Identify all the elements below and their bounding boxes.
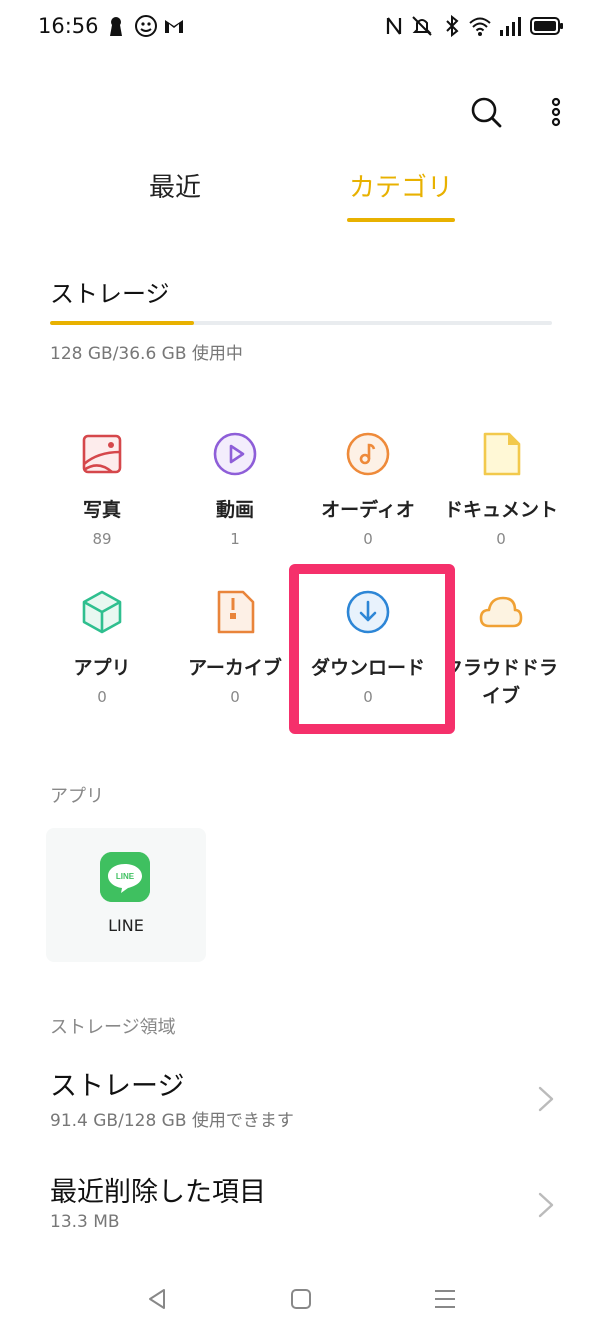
category-count: 0: [97, 688, 107, 706]
face-icon: [134, 14, 158, 38]
photo-icon: [78, 430, 126, 478]
signal-icon: [498, 14, 522, 38]
status-time: 16:56: [38, 14, 99, 38]
status-bar: 16:56: [0, 0, 602, 56]
category-documents[interactable]: ドキュメント 0: [433, 430, 567, 580]
video-icon: [211, 430, 259, 478]
storage-title: ストレージ: [50, 280, 170, 308]
bluetooth-icon: [440, 14, 464, 38]
battery-icon: [530, 14, 564, 38]
category-videos[interactable]: 動画 1: [167, 430, 301, 580]
active-tab-indicator: [347, 218, 455, 222]
keyhole-icon: [104, 14, 128, 38]
storage-progress-bar: [50, 321, 552, 325]
category-archives[interactable]: アーカイブ 0: [167, 588, 301, 738]
category-apps[interactable]: アプリ 0: [34, 588, 168, 738]
category-count: 0: [363, 530, 373, 548]
recently-deleted-row[interactable]: 最近削除した項目 13.3 MB: [50, 1170, 570, 1240]
search-icon[interactable]: [466, 92, 506, 132]
gmail-icon: [162, 14, 186, 38]
cloud-icon: [477, 588, 525, 636]
back-icon[interactable]: [142, 1284, 172, 1314]
document-icon: [477, 430, 525, 478]
category-count: 89: [92, 530, 112, 548]
category-label: 写真: [82, 499, 121, 521]
category-count: 1: [230, 530, 240, 548]
storage-row[interactable]: ストレージ 91.4 GB/128 GB 使用できます: [50, 1064, 570, 1134]
row-subtitle: 91.4 GB/128 GB 使用できます: [50, 1111, 294, 1131]
storage-progress-fill: [50, 321, 194, 325]
chevron-right-icon: [536, 1190, 556, 1220]
row-title: 最近削除した項目: [50, 1177, 266, 1208]
highlight-box: [289, 564, 455, 734]
tab-recent[interactable]: 最近: [146, 170, 204, 206]
chevron-right-icon: [536, 1084, 556, 1114]
category-audio[interactable]: オーディオ 0: [300, 430, 434, 580]
app-cube-icon: [78, 588, 126, 636]
navigation-bar: [0, 1270, 602, 1337]
more-vert-icon[interactable]: [536, 92, 576, 132]
category-label: オーディオ: [321, 499, 415, 521]
category-label: 動画: [215, 499, 254, 521]
category-label: クラウドドライブ: [443, 657, 558, 707]
mute-icon: [410, 14, 434, 38]
menu-icon[interactable]: [430, 1284, 460, 1314]
nfc-icon: [382, 14, 406, 38]
apps-section-title: アプリ: [50, 786, 104, 807]
category-label: アーカイブ: [188, 657, 282, 679]
wifi-icon: [468, 14, 492, 38]
storage-usage-text: 128 GB/36.6 GB 使用中: [50, 344, 243, 364]
svg-text:LINE: LINE: [116, 872, 135, 881]
archive-icon: [211, 588, 259, 636]
home-icon[interactable]: [286, 1284, 316, 1314]
line-logo-icon: LINE: [100, 852, 150, 902]
tab-category[interactable]: カテゴリ: [346, 170, 456, 206]
app-label: LINE: [108, 916, 144, 935]
row-title: ストレージ: [50, 1071, 185, 1102]
row-subtitle: 13.3 MB: [50, 1212, 120, 1232]
audio-icon: [344, 430, 392, 478]
storage-region-title: ストレージ領域: [50, 1017, 176, 1038]
category-count: 0: [230, 688, 240, 706]
category-label: ドキュメント: [443, 499, 558, 521]
category-photos[interactable]: 写真 89: [34, 430, 168, 580]
category-label: アプリ: [73, 657, 131, 679]
app-card-line[interactable]: LINE LINE: [46, 828, 206, 962]
category-count: 0: [496, 530, 506, 548]
